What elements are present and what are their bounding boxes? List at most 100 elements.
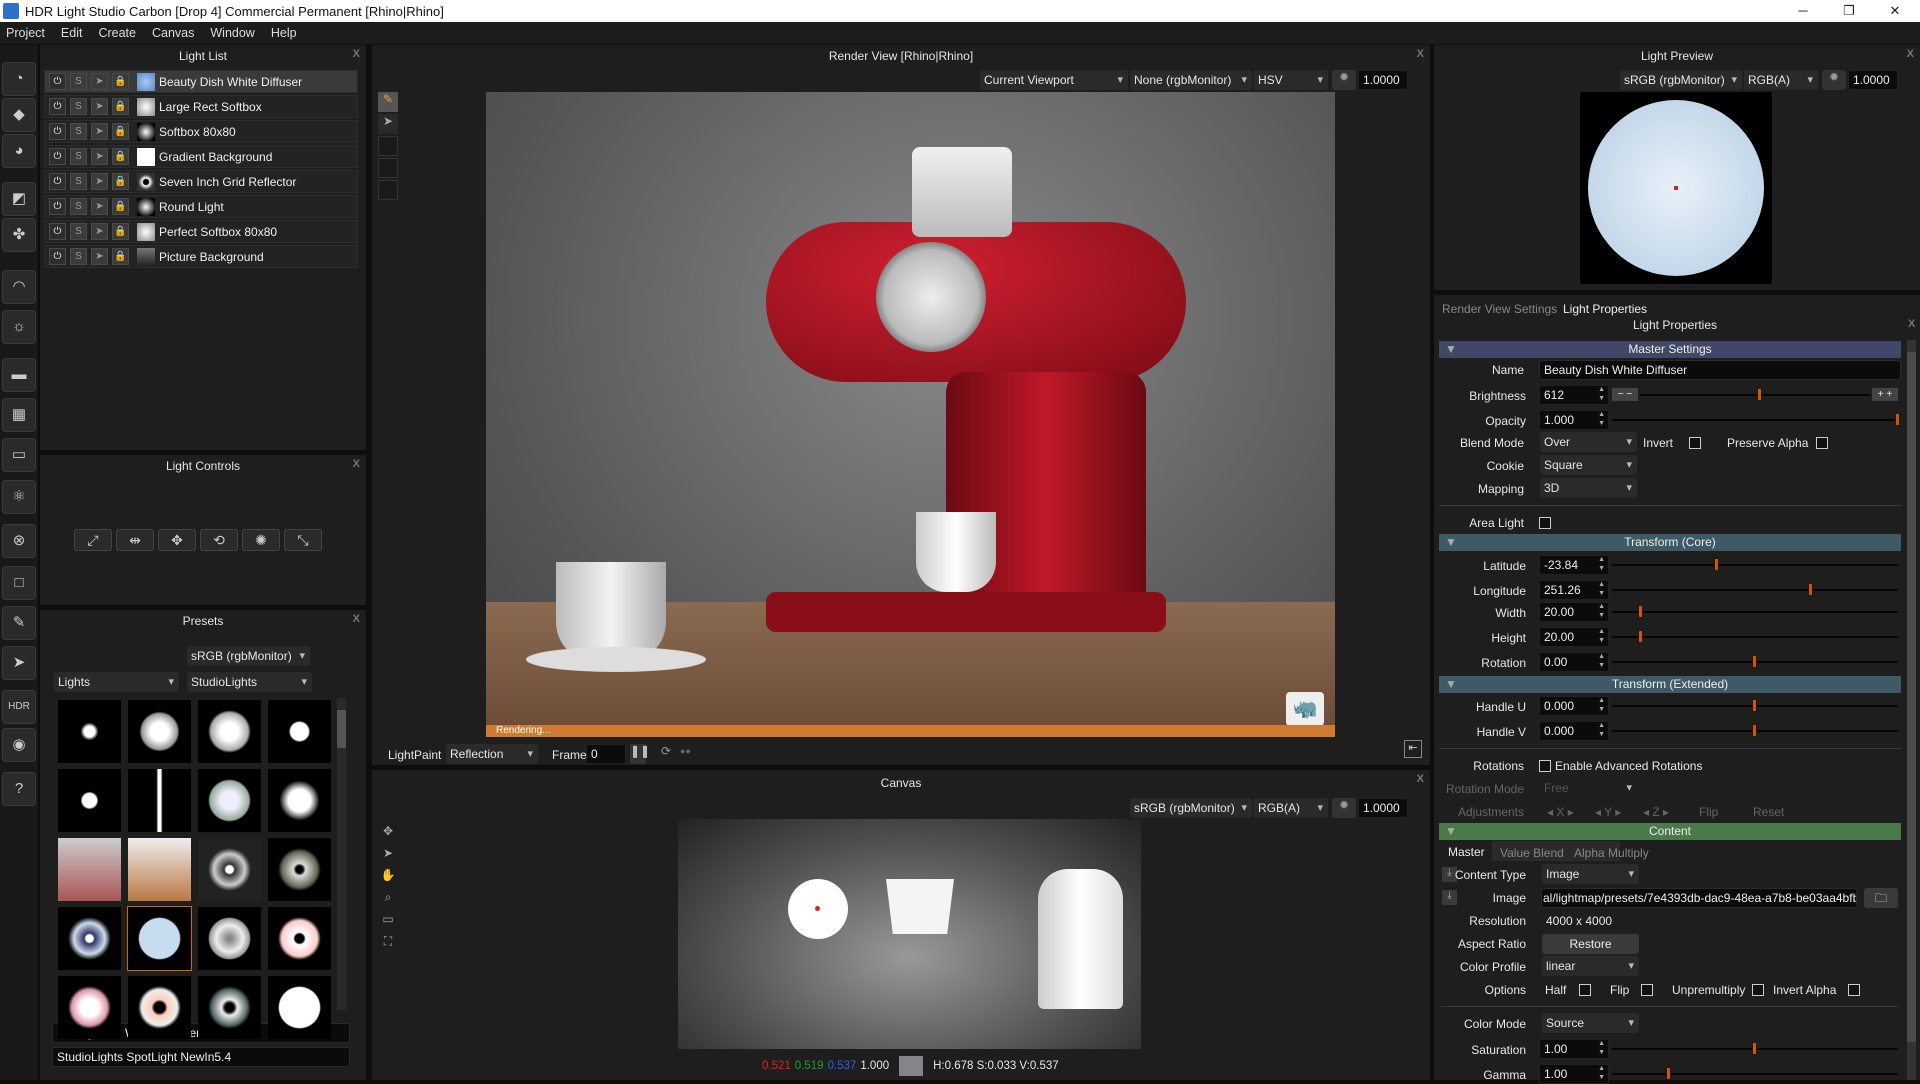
menu-create[interactable]: Create [92,26,146,40]
lock-toggle-icon[interactable]: 🔒 [112,123,129,140]
select-arrow-icon[interactable]: ➤ [378,114,398,134]
name-field[interactable]: Beauty Dish White Diffuser [1539,360,1901,380]
rotation-slider-handle[interactable] [1752,655,1757,668]
preset-thumbnail[interactable] [58,769,121,832]
spinner-arrows-icon[interactable]: ▲ ▼ [1598,602,1605,620]
preset-thumbnail[interactable] [268,769,331,832]
content-tab-alpha-multiply[interactable]: Alpha Multiply [1574,846,1649,860]
brightness-field[interactable]: 612 ▲ ▼ [1539,385,1609,405]
preset-thumbnail[interactable] [198,976,261,1039]
light-list-item[interactable]: ⏻ S ➤ 🔒 Perfect Softbox 80x80 [44,220,358,243]
frame-field[interactable]: 0 [586,744,626,764]
content-type-select[interactable]: Image [1542,864,1639,884]
opacity-slider-handle[interactable] [1895,413,1900,426]
preset-thumbnail[interactable] [198,838,261,901]
longitude-field[interactable]: 251.26 ▲ ▼ [1539,580,1609,600]
gradient-light-on-canvas[interactable] [1038,869,1123,1009]
paint-icon[interactable]: ✎ [2,606,36,640]
help-icon[interactable]: ? [2,772,36,806]
light-control-button[interactable]: ✺ [242,529,280,551]
opacity-field[interactable]: 1.000 ▲ ▼ [1539,410,1609,430]
area-light-checkbox[interactable] [1539,517,1551,529]
tab-render-view-settings[interactable]: Render View Settings [1442,302,1557,316]
gamma-field[interactable]: 1.00 ▲ ▼ [1539,1064,1609,1084]
brightness-increase-button[interactable]: + + [1872,388,1898,401]
visibility-toggle-icon[interactable]: ⏻ [49,198,66,215]
preview-exposure-field[interactable]: 1.0000 [1848,70,1898,90]
preview-color-space-select[interactable]: sRGB (rgbMonitor) [1620,70,1742,90]
handle-u-field[interactable]: 0.000 ▲ ▼ [1539,696,1609,716]
preset-thumbnail[interactable] [128,976,191,1039]
viewport-select[interactable]: Current Viewport [980,70,1128,90]
selected-preset-id[interactable]: StudioLights SpotLight NewIn5.4 [52,1047,350,1067]
brightness-slider[interactable] [1640,388,1870,401]
flip-checkbox[interactable] [1641,984,1653,996]
visibility-toggle-icon[interactable]: ⏻ [49,73,66,90]
refresh-icon[interactable]: ⟳ [658,744,674,764]
advanced-rotations-checkbox[interactable] [1539,760,1551,772]
handle-v-slider[interactable] [1612,724,1898,737]
canvas-hdri-image[interactable] [678,819,1141,1049]
preset-thumbnail[interactable] [198,700,261,763]
softbox-on-canvas[interactable] [886,879,954,934]
visibility-toggle-icon[interactable]: ⏻ [49,223,66,240]
preset-thumbnail[interactable] [128,700,191,763]
visibility-toggle-icon[interactable]: ⏻ [49,98,66,115]
section-transform-extended[interactable]: Transform (Extended) [1439,676,1901,693]
section-master-settings[interactable]: Master Settings [1439,341,1901,358]
mapping-select[interactable]: 3D [1540,478,1637,498]
lock-toggle-icon[interactable]: 🔒 [112,148,129,165]
width-slider-handle[interactable] [1637,605,1643,618]
close-icon[interactable]: X [353,48,360,60]
spinner-arrows-icon[interactable]: ▲ ▼ [1598,385,1605,403]
close-icon[interactable]: X [1907,48,1914,60]
preset-thumbnail[interactable] [58,838,121,901]
close-circle-icon[interactable]: ⊗ [2,524,36,558]
solo-toggle-icon[interactable]: S [70,98,87,115]
light-control-button[interactable]: ⇹ [116,529,154,551]
brightness-decrease-button[interactable]: − − [1612,388,1638,401]
canvas-color-space-select[interactable]: sRGB (rgbMonitor) [1130,798,1252,818]
move-icon[interactable]: ✥ [378,820,398,842]
lock-toggle-icon[interactable]: 🔒 [112,73,129,90]
select-toggle-icon[interactable]: ➤ [91,173,108,190]
height-slider[interactable] [1612,630,1898,643]
close-button[interactable]: ✕ [1872,0,1918,22]
preset-color-space-select[interactable]: sRGB (rgbMonitor) [187,646,310,666]
folder-browse-button[interactable]: 🗀 [1864,888,1898,908]
close-icon[interactable]: X [353,613,360,625]
handle-u-slider-handle[interactable] [1752,699,1757,712]
preset-library-select[interactable]: StudioLights [187,672,312,692]
brightness-slider-handle[interactable] [1756,388,1762,401]
square-icon[interactable]: □ [2,566,36,600]
reflector-icon[interactable]: ◠ [2,270,36,304]
latitude-slider[interactable] [1612,558,1898,571]
properties-scrollbar[interactable] [1907,340,1916,1080]
solo-toggle-icon[interactable]: S [70,248,87,265]
presets-scrollbar[interactable] [337,698,346,1010]
gamma-slider-handle[interactable] [1666,1067,1672,1080]
longitude-slider-handle[interactable] [1808,583,1814,596]
light-list-item[interactable]: ⏻ S ➤ 🔒 Beauty Dish White Diffuser [44,70,358,93]
spinner-arrows-icon[interactable]: ▲ ▼ [1598,580,1605,598]
light-control-button[interactable]: ⟲ [200,529,238,551]
solo-toggle-icon[interactable]: S [70,173,87,190]
render-mode-select[interactable]: HSV [1254,70,1328,90]
light-list-item[interactable]: ⏻ S ➤ 🔒 Seven Inch Grid Reflector [44,170,358,193]
dock-arrow-icon[interactable]: ⇤ [1404,740,1422,758]
render-color-space-select[interactable]: None (rgbMonitor) [1130,70,1252,90]
solo-toggle-icon[interactable]: S [70,198,87,215]
menu-edit[interactable]: Edit [55,26,93,40]
exposure-icon[interactable]: ✹ [1332,798,1356,818]
width-slider[interactable] [1612,605,1898,618]
color-profile-select[interactable]: linear [1542,956,1639,976]
spinner-arrows-icon[interactable]: ▲ ▼ [1598,721,1605,739]
spinner-arrows-icon[interactable]: ▲ ▼ [1598,696,1605,714]
rotation-field[interactable]: 0.00 ▲ ▼ [1539,652,1609,672]
preserve-alpha-checkbox[interactable] [1816,437,1828,449]
zoom-icon[interactable]: ⌕ [378,886,398,908]
width-field[interactable]: 20.00 ▲ ▼ [1539,602,1609,622]
light-list-item[interactable]: ⏻ S ➤ 🔒 Picture Background [44,245,358,268]
select-toggle-icon[interactable]: ➤ [91,223,108,240]
exposure-icon[interactable]: ✹ [1822,70,1846,90]
